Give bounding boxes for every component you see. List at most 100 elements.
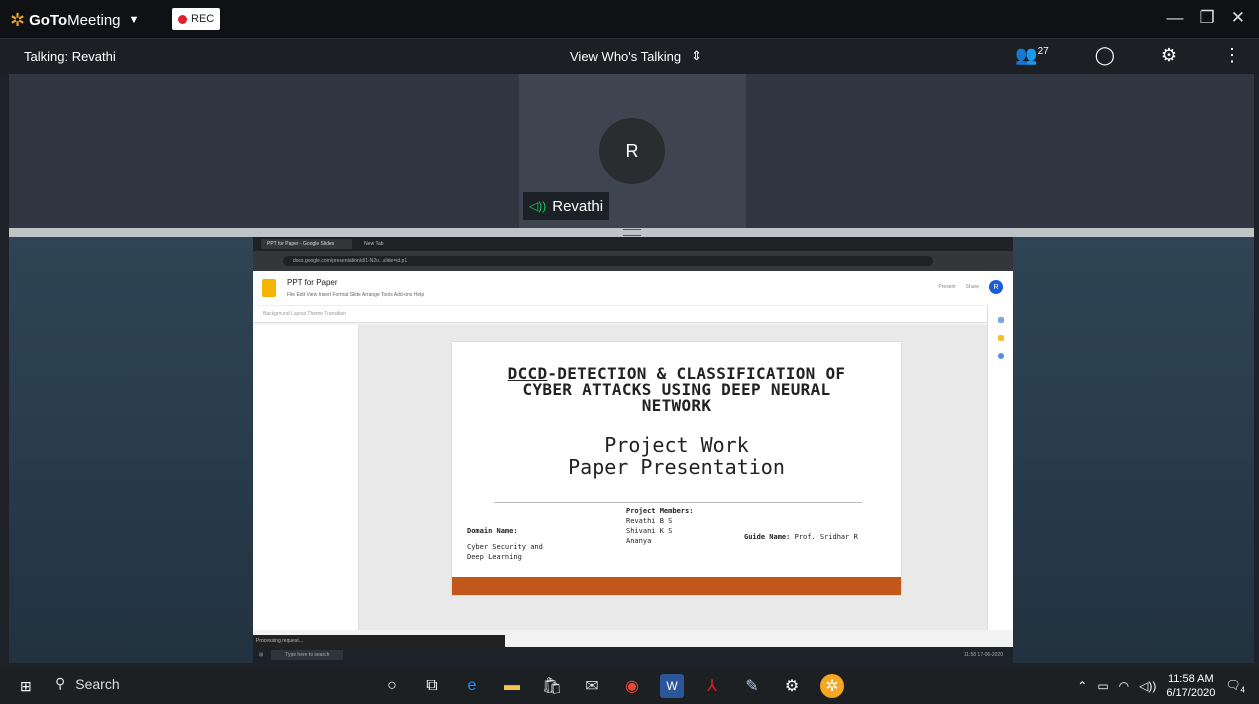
slide-title-line3: NETWORK [641, 396, 712, 415]
people-icon: 👥 [1015, 45, 1038, 65]
google-slides-icon [262, 279, 276, 297]
slides-header: PPT for Paper File Edit View Insert Form… [253, 271, 1013, 305]
windows-start-icon: ⊞ [259, 652, 264, 658]
view-whos-talking-selector[interactable]: View Who's Talking ⇕ [570, 48, 702, 64]
meeting-controls: 👥27 ◯ ⚙ ⋮ [1015, 45, 1241, 66]
browser-tab: New Tab [364, 241, 384, 247]
gear-icon[interactable]: ⚙ [1161, 45, 1177, 66]
window-controls: — ❐ ✕ [1167, 8, 1246, 28]
word-icon[interactable]: W [660, 674, 684, 698]
record-dot-icon [178, 14, 187, 24]
network-icon[interactable]: ▭ [1097, 679, 1108, 693]
volume-icon[interactable]: ◁)) [1139, 679, 1156, 693]
speaker-icon: ◁)) [529, 199, 547, 213]
guide-block: Guide Name: Prof. Sridhar R [744, 532, 858, 542]
grip-icon [623, 229, 641, 236]
chevron-down-icon[interactable]: ▼ [129, 14, 140, 26]
url-text: docs.google.com/presentation/d/1-N2o...s… [283, 256, 933, 266]
slides-header-actions: Present Share R [938, 280, 1003, 294]
store-icon[interactable]: 🛍 [540, 674, 564, 698]
restore-icon[interactable]: ❐ [1200, 8, 1215, 28]
domain-label: Domain Name: [467, 527, 518, 535]
avatar: R [989, 280, 1003, 294]
shared-taskbar: ⊞ Type here to search 11:58 17-06-2020 [253, 647, 1013, 663]
guide-value: Prof. Sridhar R [794, 533, 858, 541]
shared-search: Type here to search [271, 650, 344, 660]
talking-indicator: Talking: Revathi [24, 49, 116, 64]
mail-icon[interactable]: ✉ [580, 674, 604, 698]
paint-icon[interactable]: ✎ [740, 674, 764, 698]
brand-bold: GoTo [29, 11, 68, 29]
gotomeeting-logo[interactable]: ✲ GoTo Meeting ▼ [10, 9, 139, 31]
member-name: Shivani K S [626, 527, 673, 535]
browser-tab: PPT for Paper - Google Slides [261, 239, 353, 249]
minimize-icon[interactable]: — [1167, 8, 1184, 28]
member-name: Revathi B S [626, 517, 673, 525]
members-block: Project Members: Revathi B S Shivani K S… [626, 506, 693, 546]
task-view-icon[interactable]: ⧉ [420, 674, 444, 698]
slide-footer-band [452, 577, 901, 595]
cortana-icon[interactable]: ○ [380, 674, 404, 698]
chevron-updown-icon: ⇕ [691, 48, 703, 63]
slides-toolbar: Background Layout Theme Transition [253, 305, 1013, 323]
domain-value: Cyber Security and [467, 543, 543, 551]
search-icon: ⚲ [55, 675, 66, 691]
recording-badge[interactable]: REC [172, 8, 220, 30]
slide-subtitle: Project Work Paper Presentation [452, 434, 901, 478]
processing-status: Processing request... [253, 635, 505, 647]
search-label: Search [75, 675, 120, 692]
divider [494, 502, 862, 503]
gotomeeting-taskbar-icon[interactable]: ✲ [820, 674, 844, 698]
domain-block: Domain Name: Cyber Security and Deep Lea… [467, 526, 543, 562]
tasks-icon [997, 353, 1004, 359]
browser-tabstrip: PPT for Paper - Google Slides New Tab [253, 237, 1013, 251]
subtitle-line2: Paper Presentation [568, 455, 785, 479]
view-label: View Who's Talking [570, 48, 682, 64]
subtitle-line1: Project Work [604, 433, 749, 457]
clock-time: 11:58 AM [1168, 673, 1214, 685]
file-explorer-icon[interactable]: ▬ [500, 674, 524, 698]
settings-gear-icon[interactable]: ⚙ [780, 674, 804, 698]
windows-start-icon[interactable]: ⊞ [20, 678, 32, 695]
slide-filmstrip [253, 325, 359, 630]
system-tray: ⌃ ▭ ◠ ◁)) 11:58 AM 6/17/2020 🗨4 [1077, 672, 1245, 700]
chat-icon[interactable]: ◯ [1095, 45, 1115, 66]
present-label: Present [938, 284, 956, 290]
chrome-icon[interactable]: ◉ [620, 674, 644, 698]
share-label: Share [965, 284, 979, 290]
members-label: Project Members: [626, 507, 694, 515]
app-titlebar: ✲ GoTo Meeting ▼ REC — ❐ ✕ [0, 0, 1259, 38]
resize-handle[interactable] [9, 228, 1254, 237]
taskbar-apps: ○ ⧉ e ▬ 🛍 ✉ ◉ W ⅄ ✎ ⚙ ✲ [380, 674, 844, 698]
avatar: R [599, 118, 665, 184]
participant-tile[interactable]: R ◁)) Revathi [519, 74, 746, 228]
chevron-up-icon[interactable]: ⌃ [1077, 679, 1087, 693]
attendees-button[interactable]: 👥27 [1015, 45, 1049, 66]
notification-icon[interactable]: 🗨4 [1225, 678, 1245, 694]
doc-title: PPT for Paper [287, 278, 338, 287]
brand-rest: Meeting [67, 11, 121, 29]
domain-value: Deep Learning [467, 553, 522, 561]
speaker-name-pill: ◁)) Revathi [523, 192, 610, 220]
slide-title: DCCD-DETECTION & CLASSIFICATION OF CYBER… [452, 366, 901, 414]
member-name: Ananya [626, 537, 652, 545]
windows-taskbar: ⊞ ⚲ Search ○ ⧉ e ▬ 🛍 ✉ ◉ W ⅄ ✎ ⚙ ✲ ⌃ ▭ ◠… [0, 668, 1259, 704]
wifi-icon[interactable]: ◠ [1119, 679, 1129, 693]
notification-count: 4 [1240, 685, 1245, 695]
more-options-icon[interactable]: ⋮ [1223, 45, 1241, 66]
slides-menubar: File Edit View Insert Format Slide Arran… [287, 292, 425, 298]
close-icon[interactable]: ✕ [1231, 8, 1245, 28]
keep-icon [997, 335, 1004, 341]
speaker-name: Revathi [552, 197, 604, 215]
system-clock[interactable]: 11:58 AM 6/17/2020 [1166, 672, 1215, 700]
taskbar-search[interactable]: ⚲ Search [55, 675, 120, 692]
browser-address-bar: docs.google.com/presentation/d/1-N2o...s… [253, 251, 1013, 271]
calendar-icon [997, 317, 1004, 323]
acrobat-icon[interactable]: ⅄ [700, 674, 724, 698]
gotomeeting-star-icon: ✲ [10, 9, 26, 30]
shared-screen: PPT for Paper - Google Slides New Tab do… [253, 237, 1013, 663]
side-panel [987, 305, 1013, 630]
edge-icon[interactable]: e [460, 674, 484, 698]
guide-label: Guide Name: [744, 533, 791, 541]
presentation-slide: DCCD-DETECTION & CLASSIFICATION OF CYBER… [451, 341, 902, 596]
